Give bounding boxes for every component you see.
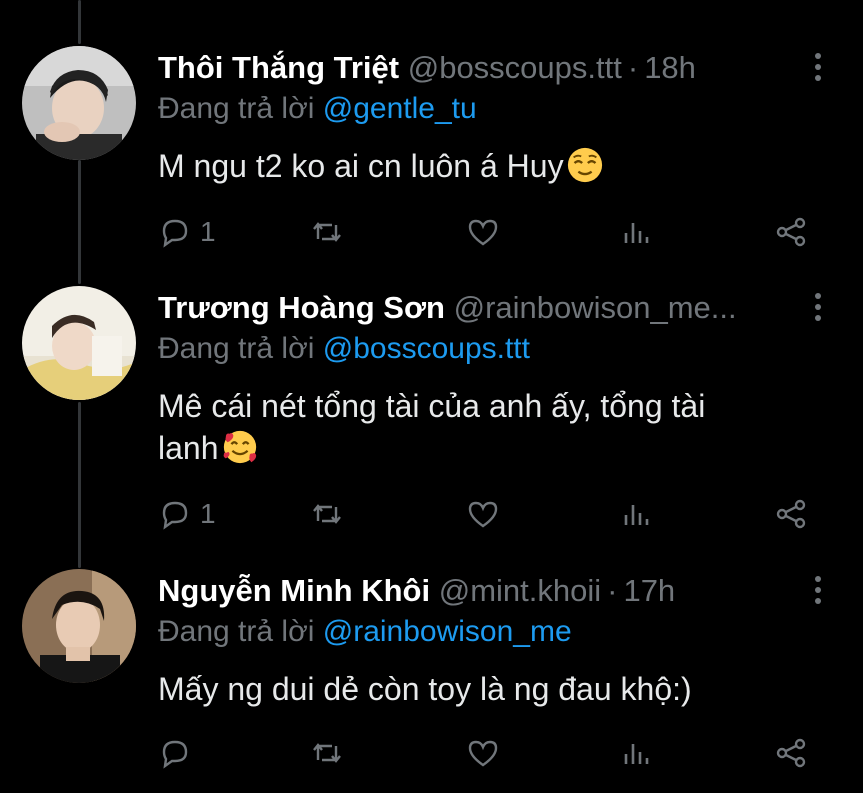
- avatar[interactable]: [22, 569, 136, 683]
- tweet-text-line-2-wrap: lanh: [158, 427, 798, 469]
- avatar-image: [22, 46, 136, 160]
- tweet-text-line-2: lanh: [158, 430, 219, 466]
- thread-line-top: [78, 0, 81, 44]
- display-name[interactable]: Nguyễn Minh Khôi: [158, 573, 430, 608]
- like-button[interactable]: [466, 733, 500, 773]
- more-icon[interactable]: [811, 575, 825, 605]
- replying-to-label: Đang trả lời: [158, 92, 315, 125]
- views-button[interactable]: [620, 733, 654, 773]
- like-icon: [468, 219, 498, 246]
- views-button[interactable]: [620, 212, 654, 252]
- tweet-text-content: M ngu t2 ko ai cn luôn á Huy: [158, 148, 564, 184]
- retweet-icon: [313, 743, 341, 763]
- share-button[interactable]: [774, 212, 808, 252]
- reply-button[interactable]: [158, 733, 192, 773]
- avatar[interactable]: [22, 46, 136, 160]
- reply-button[interactable]: 1: [158, 212, 216, 252]
- reply-button[interactable]: 1: [158, 494, 216, 534]
- replying-to: Đang trả lời @bosscoups.ttt: [158, 330, 530, 368]
- user-handle[interactable]: @mint.khoii: [439, 573, 601, 608]
- tweet-header: Nguyễn Minh Khôi @mint.khoii · 17h: [158, 571, 803, 611]
- retweet-icon: [313, 222, 341, 242]
- tweet-3[interactable]: Nguyễn Minh Khôi @mint.khoii · 17h Đang tr…: [0, 569, 863, 789]
- tweet-header: Thôi Thắng Triệt @bosscoups.ttt · 18h: [158, 48, 803, 88]
- replying-to: Đang trả lời @rainbowison_me: [158, 613, 572, 651]
- replying-to: Đang trả lời @gentle_tu: [158, 90, 477, 128]
- tweet-actions: [158, 733, 818, 773]
- retweet-button[interactable]: [310, 733, 344, 773]
- tweet-actions: 1: [158, 494, 818, 534]
- reply-icon: [162, 219, 188, 248]
- timestamp[interactable]: 17h: [623, 573, 675, 608]
- separator-dot: ·: [607, 573, 618, 608]
- share-icon: [776, 738, 806, 768]
- avatar-image: [22, 569, 136, 683]
- more-icon[interactable]: [811, 292, 825, 322]
- display-name[interactable]: Thôi Thắng Triệt: [158, 50, 399, 85]
- tweet-1[interactable]: Thôi Thắng Triệt @bosscoups.ttt · 18h Đang…: [0, 46, 863, 266]
- retweet-button[interactable]: [310, 494, 344, 534]
- tweet-text: Mê cái nét tổng tài của anh ấy, tổng tài…: [158, 385, 798, 469]
- like-icon: [468, 740, 498, 767]
- user-handle[interactable]: @rainbowison_me...: [454, 290, 737, 325]
- display-name[interactable]: Trương Hoàng Sơn: [158, 290, 445, 325]
- reply-count: 1: [200, 216, 216, 247]
- views-icon: [624, 223, 649, 243]
- share-icon: [776, 217, 806, 247]
- reply-mention[interactable]: @rainbowison_me: [323, 615, 572, 648]
- replying-to-label: Đang trả lời: [158, 615, 315, 648]
- tweet-actions: 1: [158, 212, 818, 252]
- retweet-icon: [313, 504, 341, 524]
- views-button[interactable]: [620, 494, 654, 534]
- tweet-header: Trương Hoàng Sơn @rainbowison_me...: [158, 288, 803, 328]
- separator-dot: ·: [627, 50, 639, 85]
- reply-count: 1: [200, 498, 216, 529]
- user-handle[interactable]: @bosscoups.ttt: [408, 50, 622, 85]
- relieved-face-emoji: [567, 147, 602, 183]
- reply-mention[interactable]: @bosscoups.ttt: [323, 332, 530, 365]
- avatar-image: [22, 286, 136, 400]
- tweet-text-line-1: Mê cái nét tổng tài của anh ấy, tổng tài: [158, 388, 706, 424]
- reply-icon: [162, 740, 188, 769]
- share-button[interactable]: [774, 733, 808, 773]
- tweet-2[interactable]: Trương Hoàng Sơn @rainbowison_me... Đang…: [0, 286, 863, 536]
- tweet-text: Mấy ng dui dẻ còn toy là ng đau khộ:): [158, 671, 692, 707]
- share-button[interactable]: [774, 494, 808, 534]
- replying-to-label: Đang trả lời: [158, 332, 315, 365]
- retweet-button[interactable]: [310, 212, 344, 252]
- like-button[interactable]: [466, 494, 500, 534]
- more-icon[interactable]: [811, 52, 825, 82]
- reply-icon: [162, 501, 188, 530]
- views-icon: [624, 505, 649, 525]
- tweet-text: M ngu t2 ko ai cn luôn á Huy: [158, 145, 798, 187]
- avatar[interactable]: [22, 286, 136, 400]
- like-button[interactable]: [466, 212, 500, 252]
- views-icon: [624, 744, 649, 764]
- share-icon: [776, 499, 806, 529]
- like-icon: [468, 501, 498, 528]
- reply-mention[interactable]: @gentle_tu: [323, 92, 477, 125]
- smiling-face-with-hearts-emoji: [223, 430, 256, 464]
- timestamp[interactable]: 18h: [644, 50, 696, 85]
